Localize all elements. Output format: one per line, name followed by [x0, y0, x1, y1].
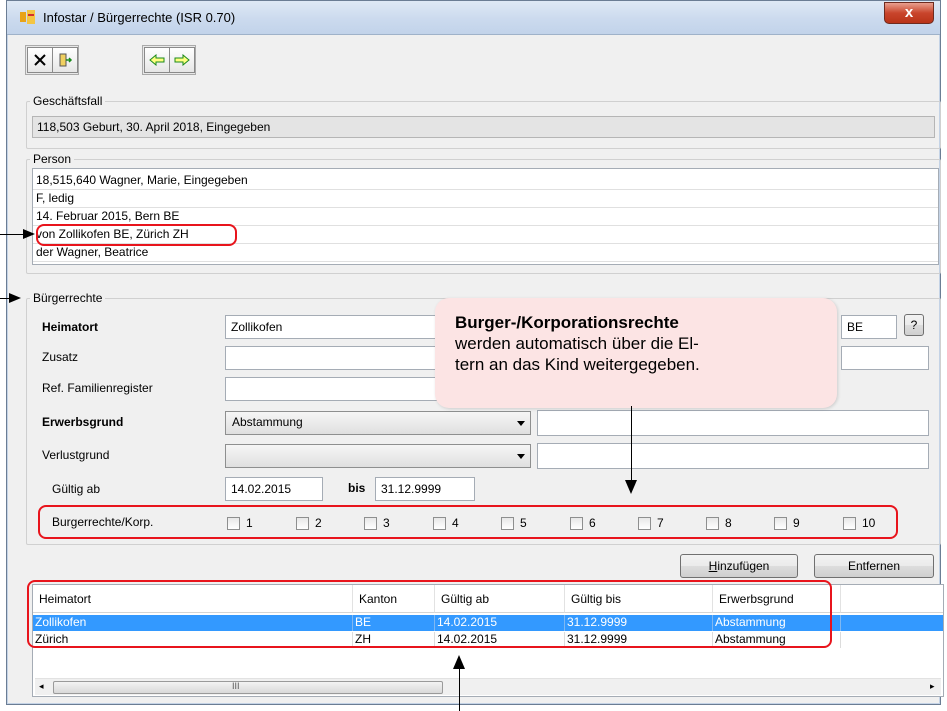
buergerrechte-label: Bürgerrechte — [30, 291, 106, 305]
heimatort-label: Heimatort — [42, 320, 99, 334]
scroll-right-icon[interactable]: ▸ — [930, 681, 935, 692]
person-row[interactable]: der Wagner, Beatrice — [33, 244, 938, 262]
person-row[interactable]: F, ledig — [33, 190, 938, 208]
arrow-right-icon — [23, 229, 35, 239]
add-button-mnemonic: H — [708, 559, 718, 573]
chevron-down-icon — [517, 454, 525, 459]
cancel-button[interactable] — [27, 47, 53, 73]
chevron-down-icon — [517, 421, 525, 426]
app-icon — [20, 10, 35, 24]
window-close-button[interactable]: x — [884, 2, 934, 24]
person-label: Person — [30, 152, 75, 166]
door-exit-icon — [59, 53, 73, 67]
zusatz-label: Zusatz — [42, 350, 79, 364]
annotation-arrow-line — [459, 668, 460, 711]
horizontal-scrollbar[interactable]: ◂ III ▸ — [35, 678, 941, 695]
verlustgrund-select[interactable] — [225, 444, 531, 468]
window-title: Infostar / Bürgerrechte (ISR 0.70) — [43, 10, 236, 25]
callout-line-2: tern an das Kind weitergegeben. — [455, 355, 700, 374]
annotation-arrow-line — [0, 234, 24, 235]
geschaeftsfall-field: 118,503 Geburt, 30. April 2018, Eingegeb… — [32, 116, 935, 138]
person-row[interactable]: 18,515,640 Wagner, Marie, Eingegeben — [33, 172, 938, 190]
title-bar[interactable]: Infostar / Bürgerrechte (ISR 0.70) x — [7, 1, 940, 35]
exit-button[interactable] — [52, 47, 78, 73]
scroll-thumb-grip: III — [232, 681, 240, 691]
arrow-left-icon — [149, 54, 165, 66]
callout-title: Burger-/Korporationsrechte — [455, 313, 679, 332]
verlustgrund-text-input[interactable] — [537, 443, 929, 469]
zusatz-input[interactable] — [225, 346, 439, 370]
scroll-thumb[interactable]: III — [53, 681, 443, 694]
callout-line-1: werden automatisch über die El- — [455, 334, 699, 353]
add-button[interactable]: Hinzufügen — [680, 554, 798, 578]
close-x-icon — [34, 54, 46, 66]
arrow-right-icon — [174, 54, 190, 66]
gueltig-ab-input[interactable]: 14.02.2015 — [225, 477, 323, 501]
kanton-input[interactable]: BE — [841, 315, 897, 339]
person-list[interactable]: 18,515,640 Wagner, Marie, Eingegeben F, … — [32, 168, 939, 265]
erwerbsgrund-value: Abstammung — [232, 415, 303, 429]
arrow-right-icon — [9, 293, 21, 303]
annotation-callout: Burger-/Korporationsrechte werden automa… — [435, 298, 837, 408]
ref-familienregister-input[interactable] — [225, 377, 439, 401]
annotation-highlight-korp — [38, 505, 898, 539]
heimatort-input[interactable]: Zollikofen — [225, 315, 439, 339]
scroll-left-icon[interactable]: ◂ — [39, 681, 44, 692]
previous-button[interactable] — [144, 47, 170, 73]
annotation-highlight-citizenship — [36, 224, 237, 246]
zusatz-input-right[interactable] — [841, 346, 929, 370]
annotation-highlight-table — [27, 580, 832, 648]
arrow-down-icon — [625, 480, 637, 494]
column-header-filler — [841, 585, 943, 613]
annotation-arrow-line — [631, 406, 632, 482]
arrow-up-icon — [453, 655, 465, 669]
bis-label: bis — [348, 481, 366, 495]
erwerbsgrund-text-input[interactable] — [537, 410, 929, 436]
erwerbsgrund-label: Erwerbsgrund — [42, 415, 124, 429]
erwerbsgrund-select[interactable]: Abstammung — [225, 411, 531, 435]
ref-familienregister-label: Ref. Familienregister — [42, 381, 153, 395]
geschaeftsfall-label: Geschäftsfall — [30, 94, 106, 108]
next-button[interactable] — [169, 47, 195, 73]
gueltig-bis-input[interactable]: 31.12.9999 — [375, 477, 475, 501]
gueltig-ab-label: Gültig ab — [52, 482, 101, 496]
add-button-label: inzufügen — [717, 559, 770, 573]
help-button[interactable]: ? — [904, 314, 924, 336]
verlustgrund-label: Verlustgrund — [42, 448, 110, 462]
remove-button[interactable]: Entfernen — [814, 554, 934, 578]
